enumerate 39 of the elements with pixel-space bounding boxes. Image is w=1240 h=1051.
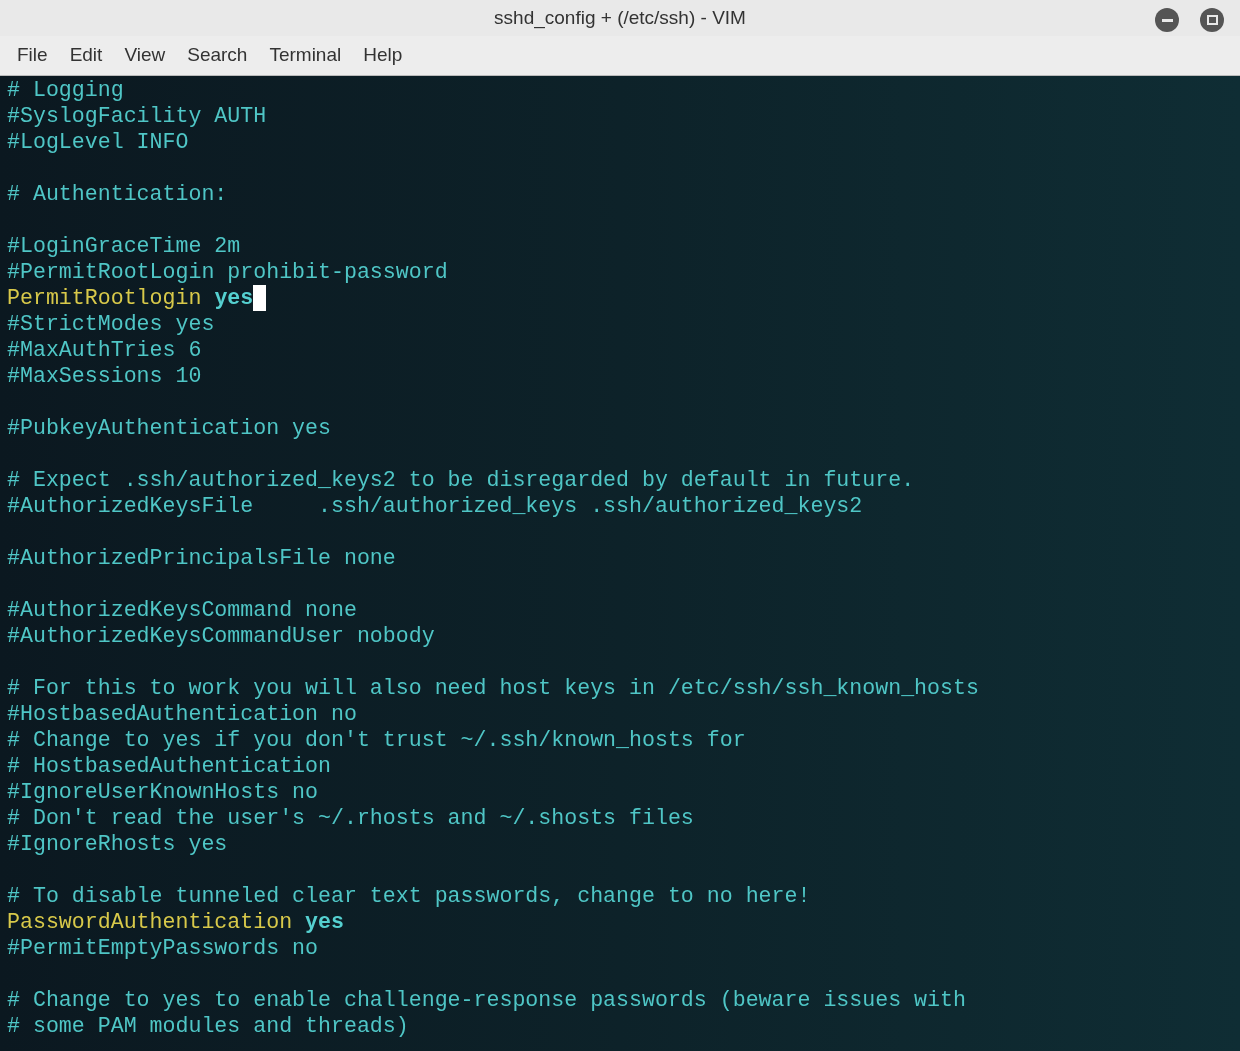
comment-line: #IgnoreRhosts yes bbox=[7, 831, 228, 857]
menu-item[interactable]: File bbox=[6, 41, 59, 70]
comment-line: #AuthorizedPrincipalsFile none bbox=[7, 545, 396, 571]
comment-line: #AuthorizedKeysCommandUser nobody bbox=[7, 623, 435, 649]
comment-line: # Change to yes to enable challenge-response passwords (beware issues with bbox=[7, 987, 966, 1013]
menu-item[interactable]: View bbox=[113, 41, 177, 70]
minimize-button[interactable] bbox=[1155, 8, 1179, 32]
comment-line: #PubkeyAuthentication yes bbox=[7, 415, 331, 441]
config-value: yes bbox=[214, 285, 254, 311]
maximize-button[interactable] bbox=[1200, 8, 1224, 32]
comment-line: # Change to yes if you don't trust ~/.ssh/known_hosts for bbox=[7, 727, 746, 753]
window-title: sshd_config + (/etc/ssh) - VIM bbox=[494, 5, 746, 31]
comment-line: #AuthorizedKeysCommand none bbox=[7, 597, 357, 623]
comment-line: # To disable tunneled clear text passwords, change to no here! bbox=[7, 883, 811, 909]
comment-line: #LogLevel INFO bbox=[7, 129, 189, 155]
comment-line: # Logging bbox=[7, 77, 124, 103]
comment-line: #MaxAuthTries 6 bbox=[7, 337, 202, 363]
comment-line: # Don't read the user's ~/.rhosts and ~/.shosts files bbox=[7, 805, 694, 831]
comment-line: # For this to work you will also need host keys in /etc/ssh/ssh_known_hosts bbox=[7, 675, 979, 701]
comment-line: #MaxSessions 10 bbox=[7, 363, 202, 389]
config-keyword: PermitRootlogin bbox=[7, 285, 202, 311]
comment-line: # Authentication: bbox=[7, 181, 228, 207]
comment-line: #StrictModes yes bbox=[7, 311, 215, 337]
comment-line: # HostbasedAuthentication bbox=[7, 753, 331, 779]
comment-line: #PermitEmptyPasswords no bbox=[7, 935, 318, 961]
menu-item[interactable]: Help bbox=[352, 41, 414, 70]
comment-line: #HostbasedAuthentication no bbox=[7, 701, 357, 727]
menu-item[interactable]: Edit bbox=[58, 41, 114, 70]
config-keyword: PasswordAuthentication bbox=[7, 909, 293, 935]
comment-line: #PermitRootLogin prohibit-password bbox=[7, 259, 448, 285]
comment-line: #AuthorizedKeysFile .ssh/authorized_keys .ssh/authorized_keys2 bbox=[7, 493, 863, 519]
comment-line: #SyslogFacility AUTH bbox=[7, 103, 267, 129]
comment-line: #IgnoreUserKnownHosts no bbox=[7, 779, 318, 805]
menu-item[interactable]: Search bbox=[176, 41, 259, 70]
menu-item[interactable]: Terminal bbox=[258, 41, 353, 70]
config-value: yes bbox=[305, 909, 344, 935]
comment-line: # some PAM modules and threads) bbox=[7, 1013, 409, 1039]
comment-line: #LoginGraceTime 2m bbox=[7, 233, 241, 259]
comment-line: # Expect .ssh/authorized_keys2 to be disregarded by default in future. bbox=[7, 467, 915, 493]
